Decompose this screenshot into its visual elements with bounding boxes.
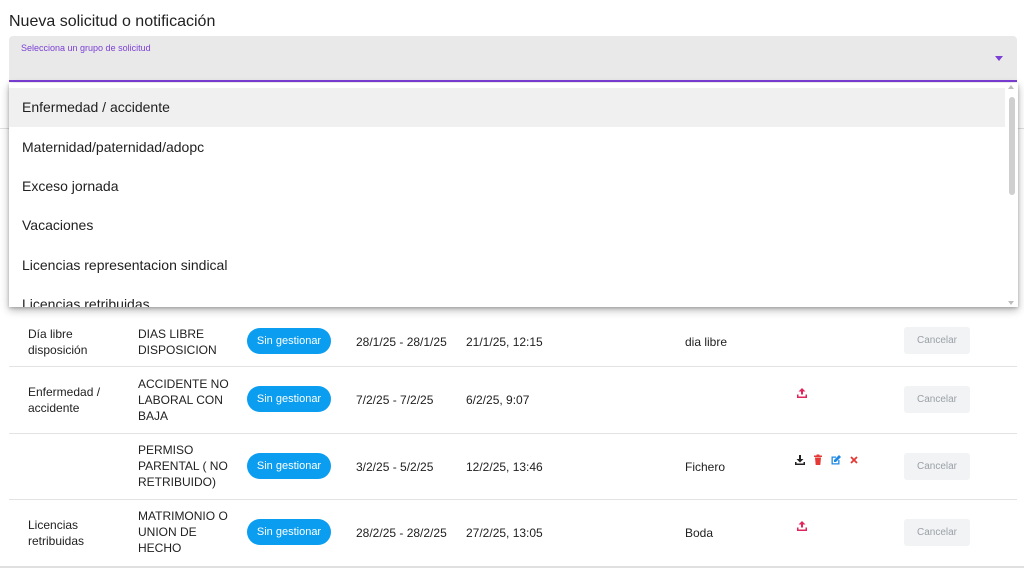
table-row: Día libre disposición DIAS LIBRE DISPOSICI…	[9, 316, 1017, 367]
dropdown-scrollbar[interactable]	[1006, 83, 1018, 307]
status-badge: Sin gestionar	[247, 386, 331, 412]
cancel-button[interactable]: Cancelar	[904, 453, 970, 480]
upload-icon[interactable]	[796, 520, 808, 532]
table-row: PERMISO PARENTAL ( NO RETRIBUIDO) Sin gest…	[9, 434, 1017, 500]
page-title: Nueva solicitud o notificación	[9, 13, 216, 30]
scroll-down-arrow-icon[interactable]	[1008, 301, 1014, 305]
table-row: Enfermedad / accidente ACCIDENTE NO LABORA…	[9, 367, 1017, 434]
dates-cell: 7/2/25 - 7/2/25	[356, 393, 434, 407]
notes-cell: Boda	[685, 526, 714, 540]
dropdown-option[interactable]: Exceso jornada	[9, 167, 1005, 206]
dropdown-option[interactable]: Enfermedad / accidente	[9, 88, 1005, 127]
edit-icon[interactable]	[830, 454, 842, 466]
dates-cell: 28/2/25 - 28/2/25	[356, 526, 447, 540]
type-cell: Día libre disposición	[28, 327, 88, 357]
dropdown-option[interactable]: Licencias representacion sindical	[9, 246, 1005, 285]
created-cell: 12/2/25, 13:46	[466, 460, 543, 474]
dropdown-option[interactable]: Licencias retribuidas	[9, 285, 1005, 307]
scroll-up-arrow-icon[interactable]	[1008, 85, 1014, 89]
table-row: Licencias retribuidas MATRIMONIO O UNION D…	[9, 500, 1017, 567]
subtype-cell: PERMISO PARENTAL ( NO RETRIBUIDO)	[138, 443, 228, 489]
created-cell: 27/2/25, 13:05	[466, 526, 543, 540]
status-badge: Sin gestionar	[247, 519, 331, 545]
cancel-button[interactable]: Cancelar	[904, 386, 970, 413]
status-badge: Sin gestionar	[247, 328, 331, 354]
dropdown-option[interactable]: Vacaciones	[9, 206, 1005, 245]
close-icon[interactable]	[848, 454, 860, 466]
cancel-button[interactable]: Cancelar	[904, 519, 970, 546]
type-cell: Enfermedad / accidente	[28, 385, 101, 415]
scrollbar-thumb[interactable]	[1009, 97, 1015, 195]
divider	[0, 566, 1024, 568]
upload-icon[interactable]	[796, 387, 808, 399]
dates-cell: 3/2/25 - 5/2/25	[356, 460, 434, 474]
status-badge: Sin gestionar	[247, 453, 331, 479]
download-icon[interactable]	[794, 454, 806, 466]
created-cell: 21/1/25, 12:15	[466, 335, 543, 349]
subtype-cell: MATRIMONIO O UNION DE HECHO	[138, 509, 228, 555]
caret-down-icon[interactable]	[995, 56, 1003, 61]
subtype-cell: ACCIDENTE NO LABORAL CON BAJA	[138, 377, 229, 423]
select-label: Selecciona un grupo de solicitud	[21, 43, 151, 53]
created-cell: 6/2/25, 9:07	[466, 393, 530, 407]
request-group-select[interactable]: Selecciona un grupo de solicitud	[9, 36, 1017, 82]
request-group-dropdown: Enfermedad / accidente Maternidad/patern…	[9, 83, 1018, 307]
notes-cell: dia libre	[685, 335, 728, 349]
delete-icon[interactable]	[812, 454, 824, 466]
cancel-button[interactable]: Cancelar	[904, 327, 970, 354]
subtype-cell: DIAS LIBRE DISPOSICION	[138, 327, 217, 357]
dates-cell: 28/1/25 - 28/1/25	[356, 335, 447, 349]
type-cell: Licencias retribuidas	[28, 518, 85, 548]
dropdown-option[interactable]: Maternidad/paternidad/adopc	[9, 128, 1005, 167]
notes-cell: Fichero	[685, 460, 726, 474]
